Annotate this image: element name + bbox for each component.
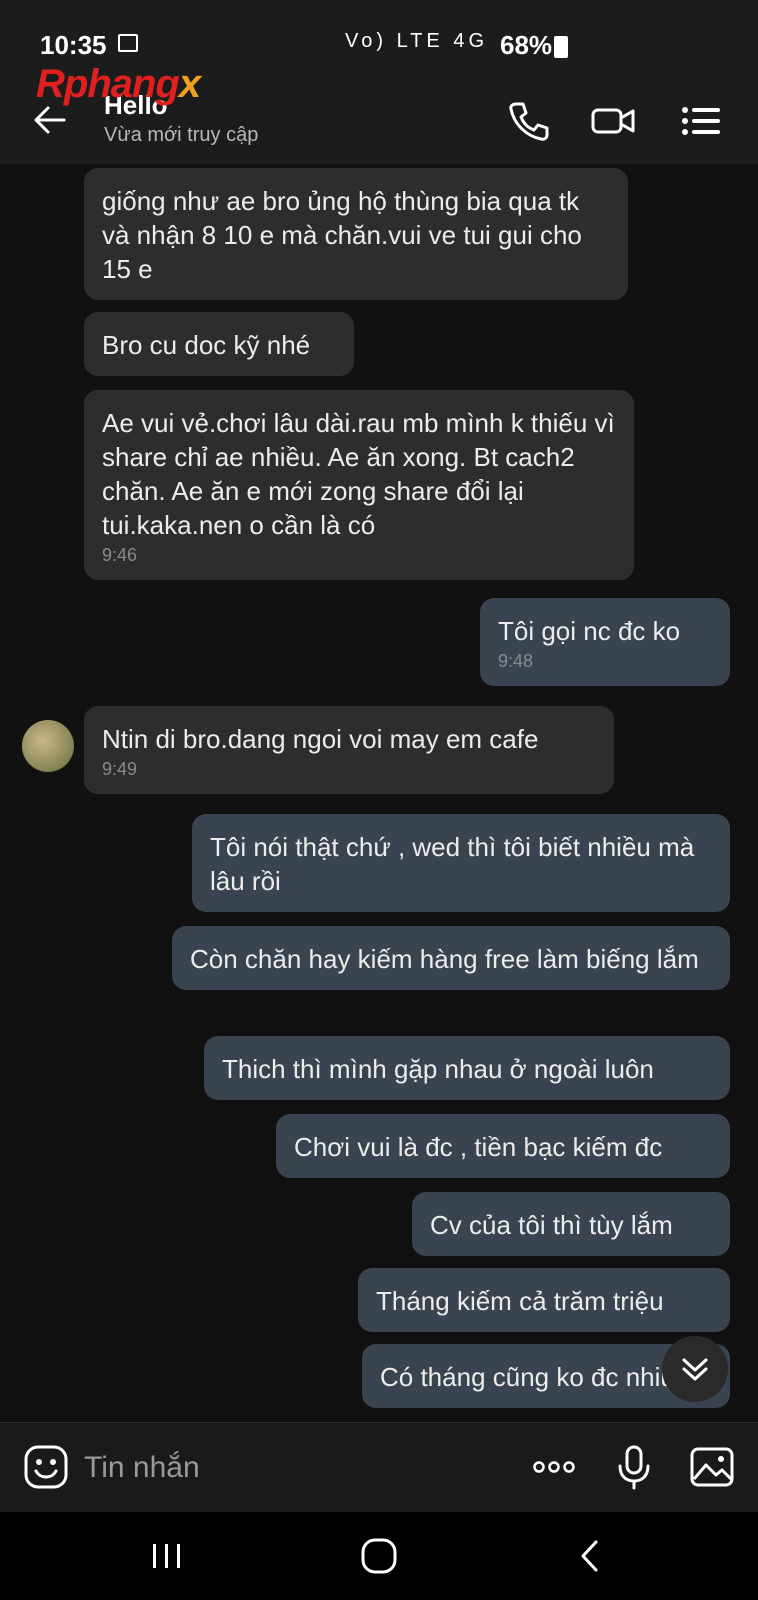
message-text: Ntin di bro.dang ngoi voi may em cafe <box>102 724 539 754</box>
message-bubble-incoming[interactable]: Ae vui vẻ.chơi lâu dài.rau mb mình k thi… <box>84 390 634 580</box>
message-text: Tôi gọi nc đc ko <box>498 616 681 646</box>
message-text: Thich thì mình gặp nhau ở ngoài luôn <box>222 1054 654 1084</box>
message-bubble-incoming[interactable]: Bro cu doc kỹ nhé <box>84 312 354 376</box>
more-icon[interactable] <box>530 1443 578 1491</box>
message-bubble-incoming[interactable]: Ntin di bro.dang ngoi voi may em cafe 9:… <box>84 706 614 794</box>
message-text: giống như ae bro ủng hộ thùng bia qua tk… <box>102 186 582 284</box>
message-text: Còn chăn hay kiếm hàng free làm biếng lắ… <box>190 944 699 974</box>
scroll-to-bottom-button[interactable] <box>662 1336 728 1402</box>
watermark-logo: Rphangx <box>36 62 201 106</box>
message-time: 9:49 <box>102 759 138 779</box>
menu-icon[interactable] <box>678 98 724 144</box>
message-bubble-outgoing[interactable]: Còn chăn hay kiếm hàng free làm biếng lắ… <box>172 926 730 990</box>
message-text: Tôi nói thật chứ , wed thì tôi biết nhiề… <box>210 832 695 896</box>
message-bubble-outgoing[interactable]: Tôi nói thật chứ , wed thì tôi biết nhiề… <box>192 814 730 912</box>
recents-icon[interactable] <box>145 1534 189 1578</box>
message-bubble-outgoing[interactable]: Chơi vui là đc , tiền bạc kiếm đc <box>276 1114 730 1178</box>
message-time: 9:46 <box>102 545 138 565</box>
system-navigation-bar <box>0 1512 758 1600</box>
battery-icon <box>554 36 568 58</box>
nav-back-icon[interactable] <box>569 1534 613 1578</box>
battery-percent: 68% <box>500 30 553 60</box>
microphone-icon[interactable] <box>610 1443 658 1491</box>
contact-avatar[interactable] <box>22 720 74 772</box>
video-call-icon[interactable] <box>590 98 636 144</box>
message-time: 9:48 <box>498 651 534 671</box>
message-text: Chơi vui là đc , tiền bạc kiếm đc <box>294 1132 663 1162</box>
message-bubble-outgoing[interactable]: Tháng kiếm cả trăm triệu <box>358 1268 730 1332</box>
phone-icon[interactable] <box>506 98 552 144</box>
message-input[interactable]: Tin nhắn <box>84 1451 200 1485</box>
home-icon[interactable] <box>357 1534 401 1578</box>
network-status-icons: Vo) LTE 4G <box>345 30 489 52</box>
message-text: Tháng kiếm cả trăm triệu <box>376 1286 664 1316</box>
message-bubble-outgoing[interactable]: Tôi gọi nc đc ko 9:48 <box>480 598 730 686</box>
message-text: Bro cu doc kỹ nhé <box>102 330 311 360</box>
message-input-bar: Tin nhắn <box>0 1422 758 1513</box>
message-bubble-incoming[interactable]: giống như ae bro ủng hộ thùng bia qua tk… <box>84 168 628 300</box>
image-icon[interactable] <box>688 1443 736 1491</box>
message-bubble-outgoing[interactable]: Thich thì mình gặp nhau ở ngoài luôn <box>204 1036 730 1100</box>
message-list[interactable]: giống như ae bro ủng hộ thùng bia qua tk… <box>0 164 758 1422</box>
gallery-notification-icon <box>118 34 138 52</box>
emoji-icon[interactable] <box>22 1443 70 1491</box>
status-time: 10:35 <box>40 30 107 60</box>
scroll-down-icon <box>682 1358 708 1381</box>
message-text: Ae vui vẻ.chơi lâu dài.rau mb mình k thi… <box>102 408 615 540</box>
message-text: Cv của tôi thì tùy lắm <box>430 1210 673 1240</box>
message-text: Có tháng cũng ko đc nhiu <box>380 1362 675 1392</box>
message-bubble-outgoing[interactable]: Cv của tôi thì tùy lắm <box>412 1192 730 1256</box>
presence-status: Vừa mới truy cập <box>104 124 259 146</box>
